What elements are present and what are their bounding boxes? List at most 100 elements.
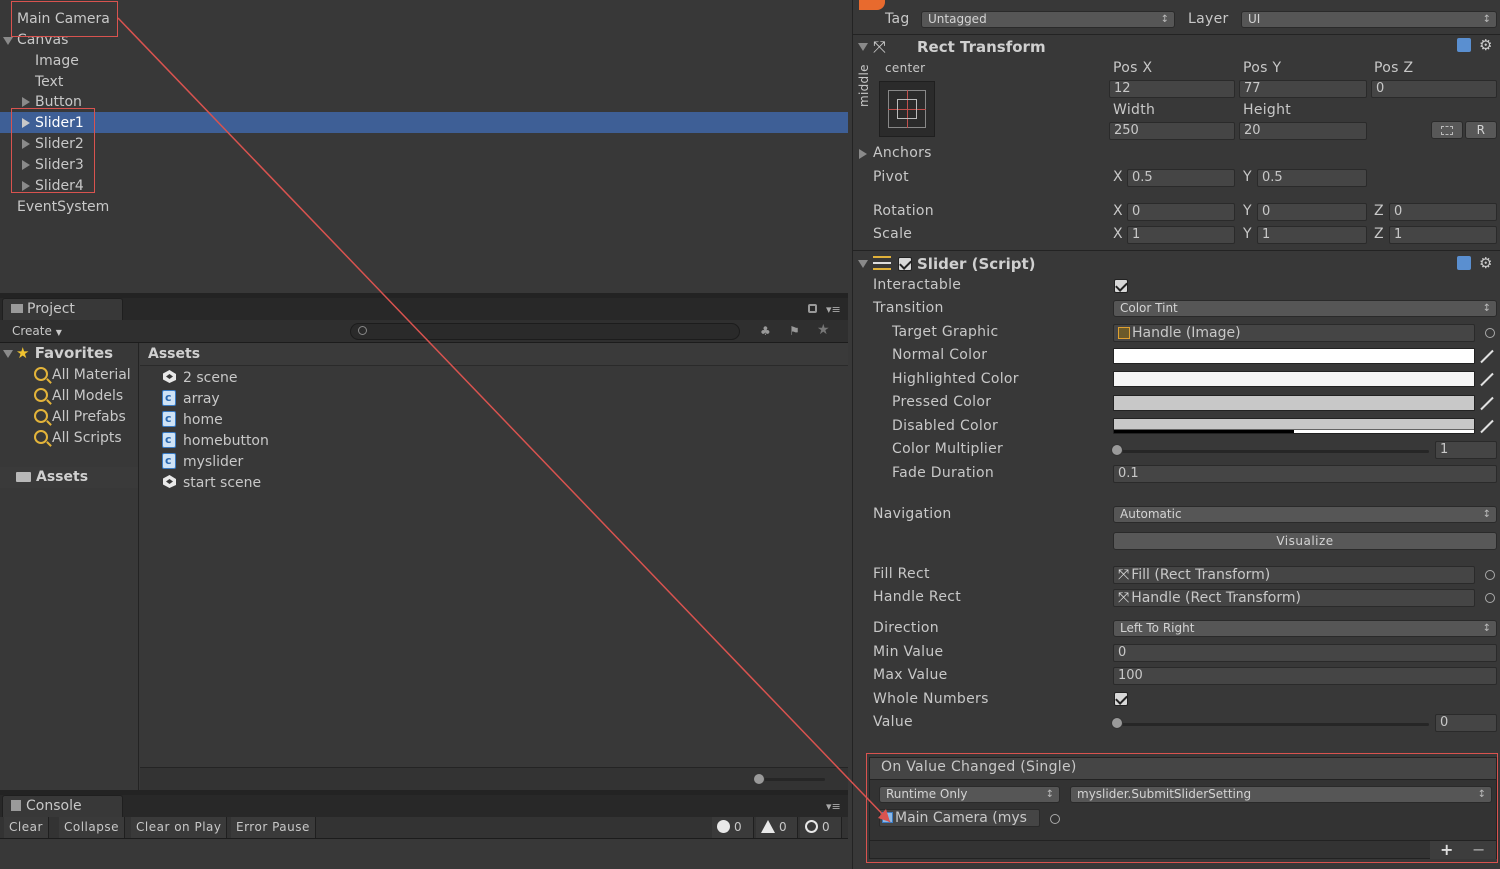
hierarchy-item-eventsystem[interactable]: EventSystem [17, 197, 109, 218]
menu-icon[interactable]: ▾≡ [826, 800, 841, 813]
asset-item[interactable]: homebutton [162, 430, 269, 451]
component-title[interactable]: Slider (Script) [917, 255, 1035, 273]
interactable-checkbox[interactable] [1114, 279, 1128, 293]
anchor-presets-button[interactable] [879, 81, 935, 137]
favorites-header[interactable]: ★ Favorites [16, 344, 113, 362]
button-label: Error Pause [236, 820, 310, 834]
object-picker-icon[interactable] [1485, 593, 1495, 603]
hierarchy-item-text[interactable]: Text [35, 72, 63, 93]
assets-root-folder[interactable]: Assets [0, 467, 138, 488]
create-label: Create [12, 324, 52, 338]
favorite-all-prefabs[interactable]: All Prefabs [34, 407, 126, 427]
filter-type-icon[interactable]: ♣ [760, 324, 776, 338]
pivot-y-field[interactable]: 0.5 [1257, 169, 1367, 187]
info-count-toggle[interactable]: 0 [712, 817, 754, 838]
width-field[interactable]: 250 [1109, 122, 1235, 140]
whole-numbers-checkbox[interactable] [1114, 692, 1128, 706]
direction-dropdown[interactable]: Left To Right [1113, 620, 1497, 637]
gear-icon[interactable]: ⚙ [1479, 254, 1492, 272]
blueprint-mode-button[interactable] [1431, 121, 1463, 139]
visualize-button[interactable]: Visualize [1113, 532, 1497, 550]
foldout-closed-icon[interactable] [859, 149, 867, 159]
color-multiplier-slider[interactable] [1119, 450, 1429, 453]
eyedropper-icon[interactable] [1479, 348, 1495, 364]
width-label: Width [1113, 102, 1156, 118]
normal-color-swatch[interactable] [1113, 348, 1475, 364]
tag-dropdown[interactable]: Untagged [921, 11, 1175, 28]
eyedropper-icon[interactable] [1479, 418, 1495, 434]
collapse-button[interactable]: Collapse [59, 817, 125, 838]
asset-item[interactable]: start scene [162, 473, 261, 493]
disabled-color-swatch[interactable] [1113, 418, 1475, 434]
component-title[interactable]: Rect Transform [917, 38, 1046, 56]
anchors-label[interactable]: Anchors [873, 145, 932, 161]
error-count: 0 [822, 820, 831, 834]
value-field[interactable]: 0 [1435, 714, 1497, 732]
star-icon[interactable]: ★ [817, 322, 833, 338]
scale-x-field[interactable]: 1 [1127, 226, 1235, 244]
gear-icon[interactable]: ⚙ [1479, 36, 1492, 54]
value-slider-knob[interactable] [1111, 717, 1123, 729]
max-value-field[interactable]: 100 [1113, 667, 1497, 685]
rotation-x-field[interactable]: 0 [1127, 203, 1235, 221]
zoom-slider-track[interactable] [757, 778, 825, 781]
foldout-open-icon[interactable] [858, 43, 868, 51]
navigation-dropdown[interactable]: Automatic [1113, 506, 1497, 523]
foldout-closed-icon[interactable] [22, 97, 30, 107]
height-field[interactable]: 20 [1239, 122, 1367, 140]
tag-icon[interactable]: ⚑ [789, 324, 805, 338]
object-picker-icon[interactable] [1485, 570, 1495, 580]
fill-rect-field[interactable]: ⤧ Fill (Rect Transform) [1113, 566, 1475, 584]
favorite-all-models[interactable]: All Models [34, 386, 123, 406]
object-picker-icon[interactable] [1485, 328, 1495, 338]
pivot-x-field[interactable]: 0.5 [1127, 169, 1235, 187]
target-graphic-field[interactable]: Handle (Image) [1113, 324, 1475, 342]
favorite-all-materials[interactable]: All Material [34, 365, 131, 385]
color-multiplier-knob[interactable] [1111, 444, 1123, 456]
pressed-color-swatch[interactable] [1113, 395, 1475, 411]
scale-y-field[interactable]: 1 [1257, 226, 1367, 244]
clear-on-play-button[interactable]: Clear on Play [131, 817, 228, 838]
color-multiplier-field[interactable]: 1 [1435, 441, 1497, 459]
pos-y-field[interactable]: 77 [1239, 80, 1367, 98]
help-icon[interactable] [1457, 256, 1471, 270]
menu-icon[interactable]: ▾≡ [826, 303, 841, 316]
value-slider[interactable] [1119, 723, 1429, 726]
lock-icon[interactable] [808, 304, 817, 313]
eyedropper-icon[interactable] [1479, 371, 1495, 387]
component-enabled-checkbox[interactable] [898, 257, 912, 271]
clear-button[interactable]: Clear [4, 817, 49, 838]
handle-rect-field[interactable]: ⤧ Handle (Rect Transform) [1113, 589, 1475, 607]
scale-z-field[interactable]: 1 [1389, 226, 1497, 244]
foldout-open-icon[interactable] [858, 260, 868, 268]
help-icon[interactable] [1457, 38, 1471, 52]
axis-x-label: X [1113, 169, 1123, 185]
fade-duration-field[interactable]: 0.1 [1113, 465, 1497, 483]
asset-item[interactable]: home [162, 409, 223, 430]
tab-project[interactable]: Project [2, 298, 123, 320]
tab-console[interactable]: Console [2, 795, 123, 817]
zoom-slider-knob[interactable] [753, 773, 765, 785]
pos-z-field[interactable]: 0 [1371, 80, 1497, 98]
error-count-toggle[interactable]: 0 [800, 817, 842, 838]
foldout-open-icon[interactable] [3, 37, 13, 45]
layer-dropdown[interactable]: UI [1241, 11, 1497, 28]
highlighted-color-swatch[interactable] [1113, 371, 1475, 387]
rotation-y-field[interactable]: 0 [1257, 203, 1367, 221]
error-pause-button[interactable]: Error Pause [231, 817, 316, 838]
asset-item[interactable]: array [162, 388, 220, 409]
search-input[interactable] [350, 323, 740, 340]
favorite-all-scripts[interactable]: All Scripts [34, 428, 122, 448]
raw-edit-button[interactable]: R [1465, 121, 1497, 139]
asset-item[interactable]: myslider [162, 451, 243, 472]
rotation-z-field[interactable]: 0 [1389, 203, 1497, 221]
warning-count-toggle[interactable]: 0 [756, 817, 798, 838]
hierarchy-item-image[interactable]: Image [35, 51, 79, 72]
asset-item[interactable]: 2 scene [162, 368, 237, 388]
eyedropper-icon[interactable] [1479, 395, 1495, 411]
pos-x-field[interactable]: 12 [1109, 80, 1235, 98]
transition-dropdown[interactable]: Color Tint [1113, 300, 1497, 317]
create-dropdown[interactable]: Create ▼ [12, 322, 62, 342]
foldout-open-icon[interactable] [3, 350, 13, 358]
min-value-field[interactable]: 0 [1113, 644, 1497, 662]
